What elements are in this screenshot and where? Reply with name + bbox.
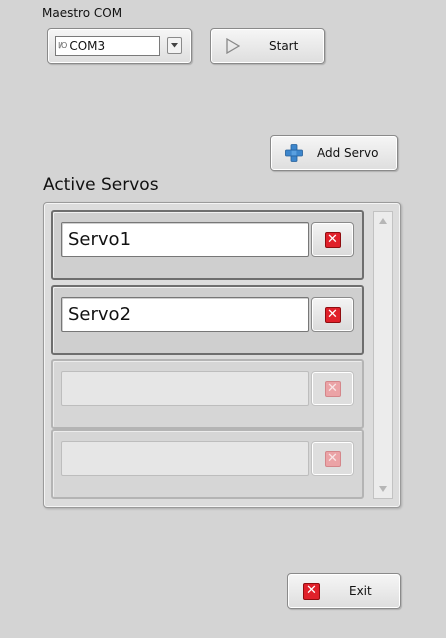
active-servos-array: Servo1 ✕ Servo2 ✕ ✕ ✕: [43, 202, 401, 508]
start-button-label: Start: [269, 39, 299, 53]
exit-button-label: Exit: [349, 584, 372, 598]
delete-servo-button: ✕: [311, 371, 354, 406]
exit-button[interactable]: ✕ Exit: [287, 573, 401, 609]
plus-icon: [285, 144, 303, 162]
io-icon: I/O: [58, 41, 67, 50]
delete-servo-button[interactable]: ✕: [311, 222, 354, 257]
delete-x-icon: ✕: [324, 450, 341, 467]
add-servo-button[interactable]: Add Servo: [270, 135, 398, 171]
exit-x-icon: ✕: [303, 583, 320, 600]
scroll-down-icon[interactable]: [378, 485, 388, 493]
dropdown-arrow-icon: [171, 43, 178, 48]
delete-x-icon: ✕: [324, 306, 341, 323]
servo-slot-3: ✕: [51, 359, 364, 429]
servo-name-field: [61, 371, 309, 406]
servo-slot-2: Servo2 ✕: [51, 285, 364, 355]
play-icon: [226, 38, 240, 54]
com-port-selector[interactable]: I/O COM3: [47, 28, 192, 64]
start-button[interactable]: Start: [210, 28, 325, 64]
servo-name-field[interactable]: Servo1: [61, 222, 309, 257]
delete-servo-button: ✕: [311, 441, 354, 476]
servo-slot-4: ✕: [51, 429, 364, 499]
active-servos-title: Active Servos: [43, 175, 159, 195]
servo-slot-1: Servo1 ✕: [51, 210, 364, 280]
scroll-up-icon[interactable]: [378, 217, 388, 225]
add-servo-button-label: Add Servo: [317, 146, 379, 160]
com-port-value: COM3: [69, 39, 106, 53]
com-port-dropdown-button[interactable]: [167, 37, 182, 54]
servo-name-field[interactable]: Servo2: [61, 297, 309, 332]
vertical-scrollbar[interactable]: [373, 211, 393, 499]
delete-x-icon: ✕: [324, 231, 341, 248]
com-port-field[interactable]: I/O COM3: [55, 36, 160, 56]
delete-servo-button[interactable]: ✕: [311, 297, 354, 332]
delete-x-icon: ✕: [324, 380, 341, 397]
servo-name-field: [61, 441, 309, 476]
maestro-com-label: Maestro COM: [42, 6, 123, 20]
